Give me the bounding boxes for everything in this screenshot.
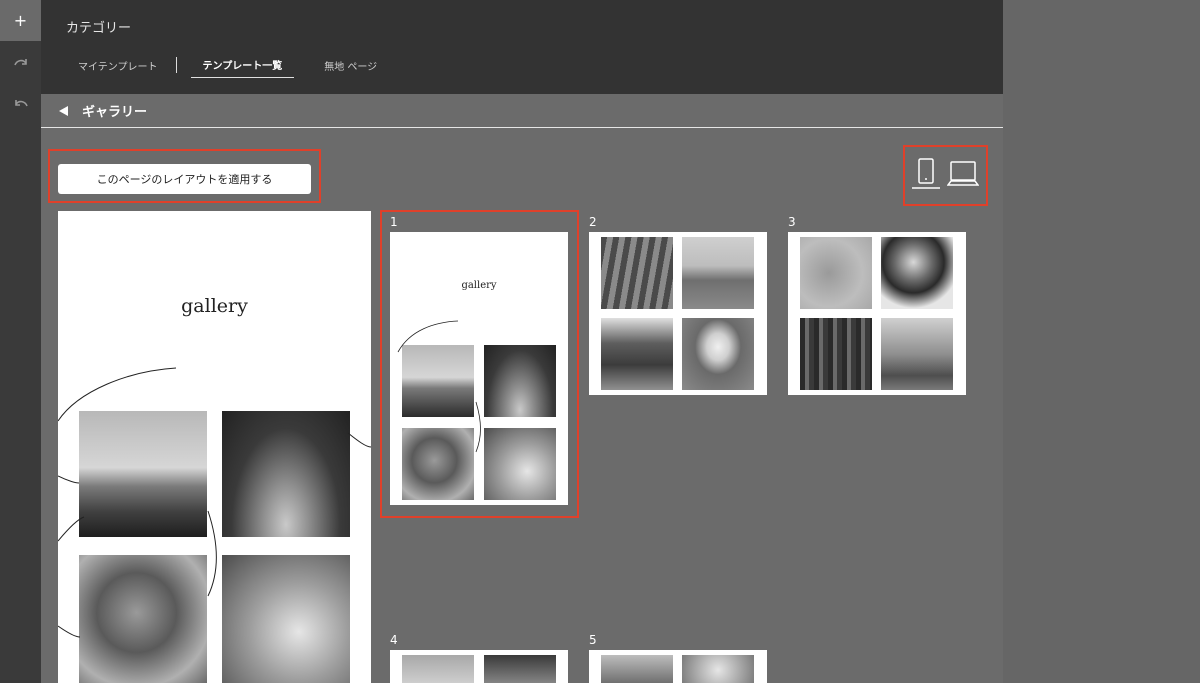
template-thumbnail-5[interactable]	[589, 650, 767, 683]
category-tabs: マイテンプレート テンプレート一覧 無地 ページ	[66, 52, 389, 78]
thumb-photo	[601, 655, 673, 683]
template-thumbnail-2[interactable]	[589, 232, 767, 395]
undo-icon	[14, 99, 28, 106]
redo-button[interactable]	[0, 41, 41, 82]
laptop-icon[interactable]	[947, 160, 979, 190]
thumb-photo	[682, 237, 754, 309]
template-number: 3	[788, 215, 796, 229]
gallery-label: ギャラリー	[82, 105, 148, 120]
gallery-bar: ギャラリー	[41, 94, 1003, 128]
category-title: カテゴリー	[66, 21, 132, 36]
thumb-photo	[601, 318, 673, 390]
add-button[interactable]: +	[0, 0, 41, 41]
plus-icon: +	[13, 11, 28, 30]
template-number: 5	[589, 633, 597, 647]
preview-photo-dango	[79, 555, 207, 683]
right-panel-bg	[1003, 0, 1200, 683]
tab-blank-page[interactable]: 無地 ページ	[312, 52, 389, 78]
thumb-photo	[402, 428, 474, 500]
layout-preview: gallery	[58, 211, 371, 683]
redo-icon	[13, 58, 27, 65]
thumb-photo	[484, 428, 556, 500]
tab-template-list[interactable]: テンプレート一覧	[190, 52, 295, 78]
undo-button[interactable]	[0, 82, 41, 123]
tablet-icon[interactable]	[911, 157, 941, 191]
thumb-photo	[800, 318, 872, 390]
template-number: 2	[589, 215, 597, 229]
category-header: カテゴリー マイテンプレート テンプレート一覧 無地 ページ	[41, 0, 1003, 94]
preview-photo-sunset	[79, 411, 207, 537]
thumb-photo	[881, 318, 953, 390]
thumb-photo	[800, 237, 872, 309]
template-thumbnail-1[interactable]: gallery	[390, 232, 568, 505]
thumb-photo	[484, 655, 556, 683]
apply-layout-button[interactable]: このページのレイアウトを適用する	[58, 164, 311, 194]
thumb-photo	[402, 345, 474, 417]
left-toolbar: +	[0, 0, 41, 683]
preview-photo-path	[222, 411, 350, 537]
tab-divider	[175, 57, 177, 73]
template-thumbnail-4[interactable]	[390, 650, 568, 683]
template-gallery-app: + カテゴリー マイテンプレート テンプレート一覧 無地 ページ ギャラリー こ…	[0, 0, 1200, 683]
preview-title: gallery	[181, 295, 248, 317]
tab-my-templates[interactable]: マイテンプレート	[66, 52, 170, 78]
thumb-photo	[682, 655, 754, 683]
template-title: gallery	[461, 280, 497, 291]
thumb-photo	[881, 237, 953, 309]
thumb-photo	[601, 237, 673, 309]
thumb-photo	[484, 345, 556, 417]
template-number: 4	[390, 633, 398, 647]
template-thumbnail-3[interactable]	[788, 232, 966, 395]
thumb-photo	[682, 318, 754, 390]
preview-photo-blossom	[222, 555, 350, 683]
thumb-photo	[402, 655, 474, 683]
back-arrow-icon[interactable]	[59, 105, 68, 116]
